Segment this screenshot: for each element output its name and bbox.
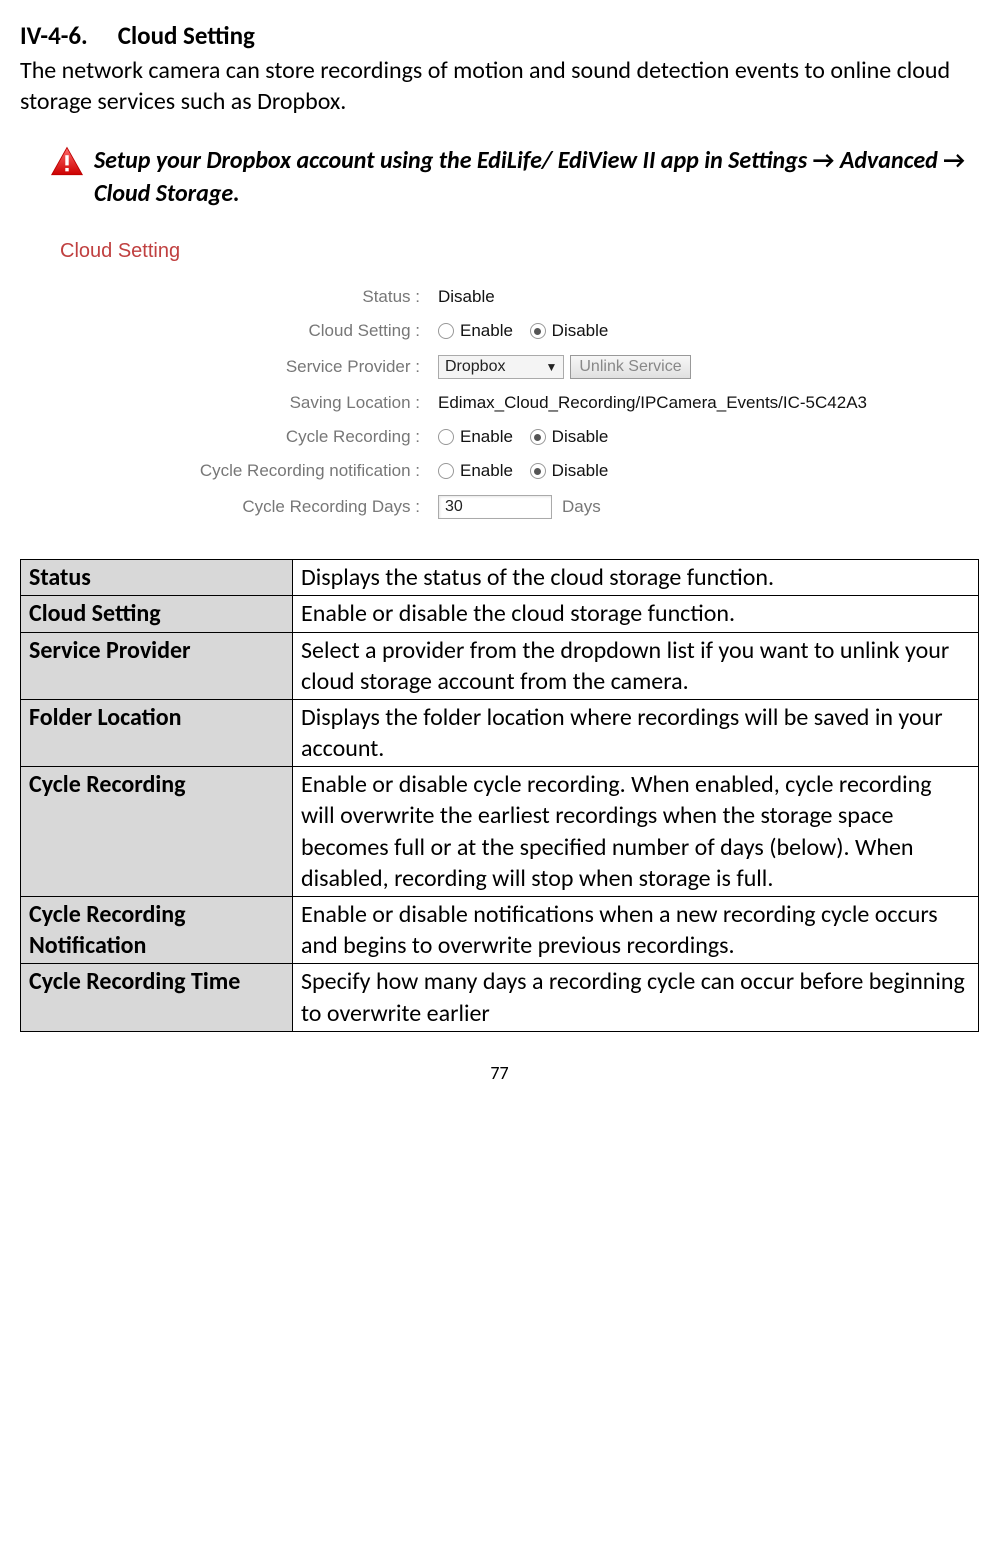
table-row: Cycle RecordingEnable or disable cycle r… <box>21 767 979 897</box>
table-desc-cell: Select a provider from the dropdown list… <box>293 632 979 699</box>
chevron-down-icon: ▼ <box>545 360 557 374</box>
cycle-enable-radio[interactable] <box>438 429 454 445</box>
service-provider-row: Service Provider : Dropbox ▼ Unlink Serv… <box>60 355 979 379</box>
days-suffix: Days <box>562 497 601 517</box>
saving-location-row: Saving Location : Edimax_Cloud_Recording… <box>60 393 979 413</box>
notif-disable-radio[interactable] <box>530 463 546 479</box>
section-title: Cloud Setting <box>118 20 255 51</box>
table-label-cell: Folder Location <box>21 699 293 766</box>
service-provider-select[interactable]: Dropbox ▼ <box>438 355 564 379</box>
table-desc-cell: Specify how many days a recording cycle … <box>293 964 979 1031</box>
table-desc-cell: Enable or disable cycle recording. When … <box>293 767 979 897</box>
table-desc-cell: Enable or disable notifications when a n… <box>293 897 979 964</box>
notif-enable-radio[interactable] <box>438 463 454 479</box>
enable-text: Enable <box>460 461 513 481</box>
cycle-notification-row: Cycle Recording notification : Enable Di… <box>60 461 979 481</box>
cycle-disable-radio[interactable] <box>530 429 546 445</box>
cycle-recording-label: Cycle Recording : <box>60 427 438 447</box>
section-heading: IV-4-6. Cloud Setting <box>20 20 979 51</box>
status-row: Status : Disable <box>60 287 979 307</box>
table-row: Folder LocationDisplays the folder locat… <box>21 699 979 766</box>
table-label-cell: Service Provider <box>21 632 293 699</box>
table-row: Cycle Recording NotificationEnable or di… <box>21 897 979 964</box>
table-row: Service ProviderSelect a provider from t… <box>21 632 979 699</box>
disable-text: Disable <box>552 461 609 481</box>
intro-text: The network camera can store recordings … <box>20 55 979 117</box>
table-desc-cell: Displays the status of the cloud storage… <box>293 560 979 596</box>
enable-text: Enable <box>460 427 513 447</box>
enable-text: Enable <box>460 321 513 341</box>
description-table: StatusDisplays the status of the cloud s… <box>20 559 979 1032</box>
cycle-days-input[interactable]: 30 <box>438 495 552 519</box>
cycle-days-row: Cycle Recording Days : 30 Days <box>60 495 979 519</box>
arrow-icon: → <box>813 146 835 175</box>
table-row: Cloud SettingEnable or disable the cloud… <box>21 596 979 632</box>
status-label: Status : <box>60 287 438 307</box>
table-desc-cell: Enable or disable the cloud storage func… <box>293 596 979 632</box>
section-number: IV-4-6. <box>20 20 88 51</box>
disable-text: Disable <box>552 427 609 447</box>
warning-icon <box>50 145 84 179</box>
table-row: Cycle Recording TimeSpecify how many day… <box>21 964 979 1031</box>
unlink-service-button[interactable]: Unlink Service <box>570 355 690 379</box>
note-text: Setup your Dropbox account using the Edi… <box>94 145 979 210</box>
table-label-cell: Cycle Recording Notification <box>21 897 293 964</box>
service-provider-label: Service Provider : <box>60 357 438 377</box>
cycle-notification-label: Cycle Recording notification : <box>60 461 438 481</box>
status-value: Disable <box>438 287 495 307</box>
table-label-cell: Status <box>21 560 293 596</box>
cloud-setting-panel: Cloud Setting Status : Disable Cloud Set… <box>60 240 979 519</box>
panel-title: Cloud Setting <box>60 240 979 263</box>
table-label-cell: Cycle Recording <box>21 767 293 897</box>
arrow-icon: → <box>943 146 965 175</box>
table-label-cell: Cloud Setting <box>21 596 293 632</box>
table-desc-cell: Displays the folder location where recor… <box>293 699 979 766</box>
cycle-recording-row: Cycle Recording : Enable Disable <box>60 427 979 447</box>
cycle-days-label: Cycle Recording Days : <box>60 497 438 517</box>
setup-note: Setup your Dropbox account using the Edi… <box>50 145 979 210</box>
disable-text: Disable <box>552 321 609 341</box>
saving-location-value: Edimax_Cloud_Recording/IPCamera_Events/I… <box>438 393 867 413</box>
saving-location-label: Saving Location : <box>60 393 438 413</box>
cloud-setting-label: Cloud Setting : <box>60 321 438 341</box>
enable-radio[interactable] <box>438 323 454 339</box>
cloud-setting-row: Cloud Setting : Enable Disable <box>60 321 979 341</box>
disable-radio[interactable] <box>530 323 546 339</box>
table-label-cell: Cycle Recording Time <box>21 964 293 1031</box>
page-number: 77 <box>20 1062 979 1084</box>
table-row: StatusDisplays the status of the cloud s… <box>21 560 979 596</box>
